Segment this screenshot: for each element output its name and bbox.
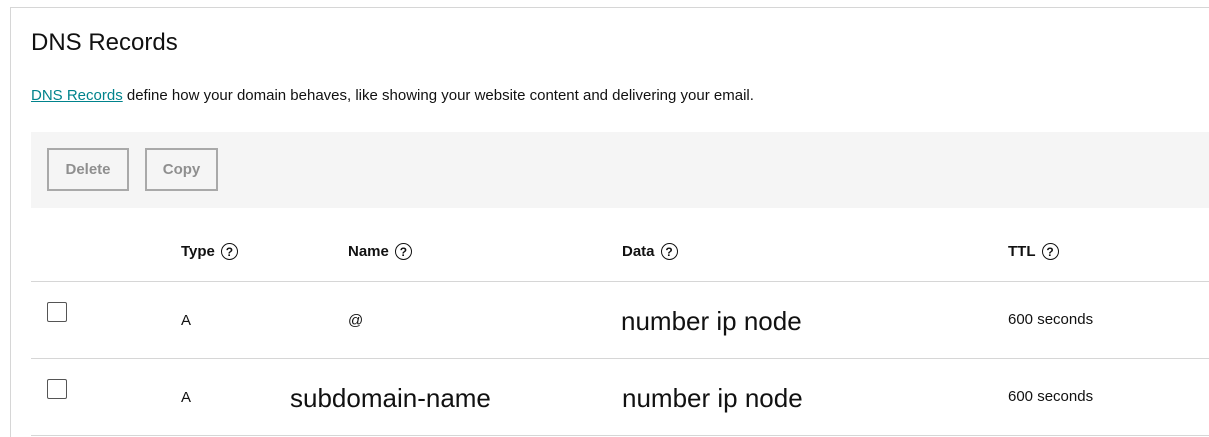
table-row: A subdomain-name number ip node 600 seco… <box>0 359 1209 436</box>
column-header-ttl-label: TTL <box>1008 243 1036 260</box>
records-toolbar: Delete Copy <box>31 132 1209 208</box>
dns-records-link[interactable]: DNS Records <box>31 87 123 104</box>
table-row: A @ number ip node 600 seconds <box>0 282 1209 359</box>
column-header-data: Data ? <box>622 243 678 260</box>
record-ttl: 600 seconds <box>1008 311 1094 328</box>
column-header-ttl: TTL ? <box>1008 243 1059 260</box>
intro-description: define how your domain behaves, like sho… <box>122 87 754 104</box>
record-type: A <box>181 312 192 329</box>
help-icon[interactable]: ? <box>220 243 238 260</box>
record-ttl: 600 seconds <box>1008 388 1094 405</box>
help-icon[interactable]: ? <box>1041 243 1059 260</box>
page-title: DNS Records <box>31 29 178 56</box>
row-checkbox[interactable] <box>47 379 67 399</box>
intro-text: DNS Records define how your domain behav… <box>31 87 754 104</box>
column-header-type-label: Type <box>181 243 215 260</box>
delete-button[interactable]: Delete <box>47 148 129 191</box>
column-header-name: Name ? <box>348 243 412 260</box>
column-header-type: Type ? <box>181 243 238 260</box>
help-icon[interactable]: ? <box>660 243 678 260</box>
record-data: number ip node <box>622 383 803 413</box>
record-name: subdomain-name <box>290 383 491 413</box>
column-header-name-label: Name <box>348 243 389 260</box>
copy-button[interactable]: Copy <box>145 148 218 191</box>
record-type: A <box>181 389 192 406</box>
table-divider <box>31 435 1209 436</box>
record-name: @ <box>348 312 364 329</box>
row-checkbox[interactable] <box>47 302 67 322</box>
help-icon[interactable]: ? <box>394 243 412 260</box>
record-data: number ip node <box>621 306 802 336</box>
column-header-data-label: Data <box>622 243 655 260</box>
